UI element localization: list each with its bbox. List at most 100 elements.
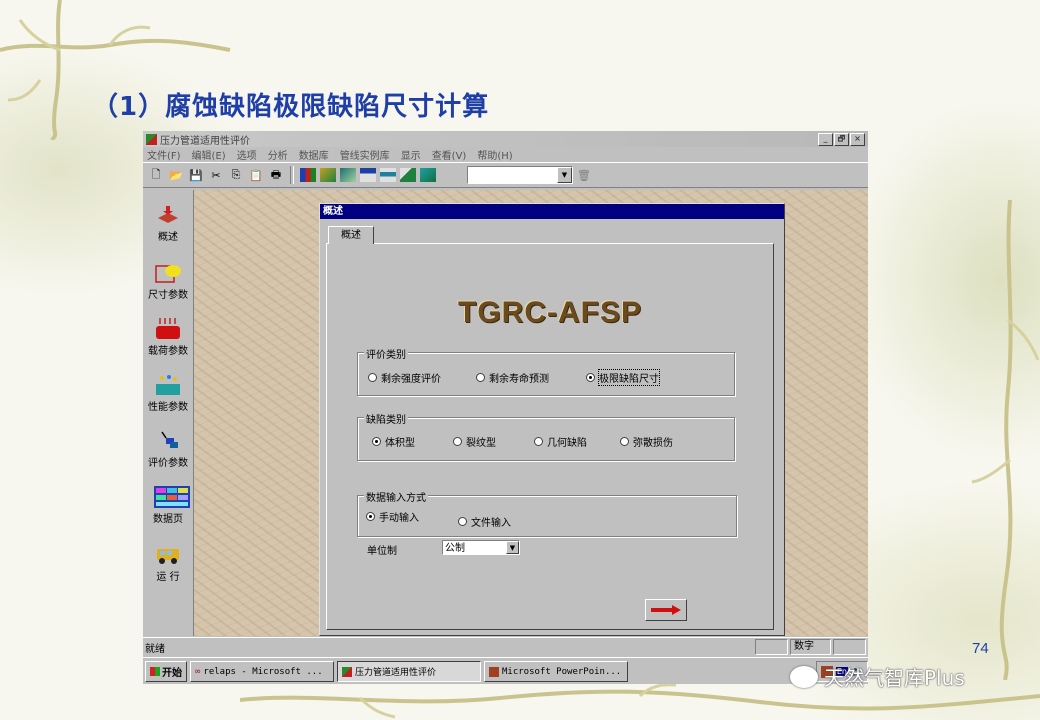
radio-residual-strength[interactable]: 剩余强度评价 [368, 370, 441, 385]
print-icon[interactable]: 🖶 [267, 166, 285, 184]
tab-strip: 概述 [320, 223, 784, 244]
sidebar-item-evaluation[interactable]: 评价参数 [143, 430, 193, 469]
new-file-icon[interactable]: 🗋 [147, 166, 165, 184]
slide-title: （1）腐蚀缺陷极限缺陷尺寸计算 [92, 92, 490, 122]
radio-dot-selected[interactable] [366, 512, 375, 521]
group-legend: 数据输入方式 [364, 489, 428, 504]
task-label: Microsoft PowerPoin... [502, 666, 622, 677]
unit-system-select[interactable]: 公制 ▼ [442, 540, 520, 555]
radio-dot[interactable] [620, 437, 629, 446]
list-icon[interactable] [380, 168, 396, 182]
menu-pipeline-library[interactable]: 管线实例库 [340, 147, 390, 162]
sidebar-item-overview[interactable]: 概述 [143, 204, 193, 243]
radio-dot[interactable] [458, 517, 467, 526]
menu-help[interactable]: 帮助(H) [477, 147, 512, 162]
copy-icon[interactable]: ⎘ [227, 166, 245, 184]
brand-logo: TGRC-AFSP [458, 296, 642, 329]
sidebar-item-data-sheet[interactable]: 数据页 [143, 486, 193, 525]
radio-file-input[interactable]: 文件输入 [458, 514, 511, 529]
status-num-lock: 数字 [790, 639, 831, 655]
radio-dispersed-damage[interactable]: 弥散损伤 [620, 434, 673, 449]
chevron-down-icon[interactable]: ▼ [506, 541, 519, 554]
sidebar-item-label: 概述 [158, 232, 178, 243]
status-text: 就绪 [145, 643, 165, 655]
chevron-down-icon[interactable]: ▼ [557, 167, 572, 183]
menu-edit[interactable]: 编辑(E) [192, 147, 226, 162]
menu-file[interactable]: 文件(F) [147, 147, 181, 162]
toolbar-combo[interactable]: ▼ [467, 166, 573, 184]
radio-dot[interactable] [534, 437, 543, 446]
app-window: 压力管道适用性评价 _ 🗗 × 文件(F) 编辑(E) 选项 分析 数据库 管线… [143, 131, 868, 684]
defect-type-group: 缺陷类别 体积型 裂纹型 几何缺陷 弥散损伤 [357, 411, 735, 461]
sidebar-item-label: 尺寸参数 [148, 290, 188, 301]
overview-dialog: 概述 概述 TGRC-AFSP 评价类别 剩余强度评价 剩余寿命预测 极限缺陷尺… [319, 203, 785, 636]
sidebar-item-label: 数据页 [153, 514, 183, 525]
menu-display[interactable]: 显示 [401, 147, 421, 162]
sidebar: 概述 尺寸参数 载荷参数 性能参数 评价参数 数据页 运 行 [143, 190, 194, 636]
toolbar-separator [290, 166, 294, 184]
menu-options[interactable]: 选项 [237, 147, 257, 162]
dimension-icon [154, 262, 182, 284]
trash-icon[interactable]: 🗑 [575, 166, 593, 184]
next-button[interactable] [645, 599, 687, 621]
chart-icon[interactable] [300, 168, 316, 182]
radio-crack[interactable]: 裂纹型 [453, 434, 496, 449]
status-cell [755, 639, 788, 655]
sidebar-item-load[interactable]: 载荷参数 [143, 318, 193, 357]
map-icon[interactable] [420, 168, 436, 182]
app-icon: ∞ [195, 666, 201, 677]
run-icon [154, 544, 182, 566]
performance-icon [154, 374, 182, 396]
menu-database[interactable]: 数据库 [299, 147, 329, 162]
sidebar-item-run[interactable]: 运 行 [143, 544, 193, 583]
minimize-button[interactable]: _ [818, 132, 833, 146]
table-icon[interactable] [360, 168, 376, 182]
radio-residual-life[interactable]: 剩余寿命预测 [476, 370, 549, 385]
cut-icon[interactable]: ✂ [207, 166, 225, 184]
radio-manual-input[interactable]: 手动输入 [366, 509, 419, 524]
radio-dot[interactable] [453, 437, 462, 446]
load-icon [154, 318, 182, 340]
radio-dot[interactable] [368, 373, 377, 382]
wechat-icon [790, 665, 818, 688]
radio-dot-selected[interactable] [586, 373, 595, 382]
tab-panel: TGRC-AFSP 评价类别 剩余强度评价 剩余寿命预测 极限缺陷尺寸 缺陷类别… [326, 243, 774, 630]
window-title: 压力管道适用性评价 [160, 135, 250, 147]
menu-analysis[interactable]: 分析 [268, 147, 288, 162]
task-relaps[interactable]: ∞ relaps - Microsoft ... [190, 661, 334, 682]
save-icon[interactable]: 💾 [187, 166, 205, 184]
radio-limit-defect-size[interactable]: 极限缺陷尺寸 [586, 369, 660, 386]
tab-overview[interactable]: 概述 [328, 226, 374, 244]
data-sheet-icon [154, 486, 190, 508]
close-button[interactable]: × [850, 132, 865, 146]
paste-icon[interactable]: 📋 [247, 166, 265, 184]
vine-decoration-right [971, 200, 1040, 680]
restore-button[interactable]: 🗗 [834, 132, 849, 146]
window-titlebar[interactable]: 压力管道适用性评价 _ 🗗 × [143, 131, 868, 147]
task-pipeline-evaluation[interactable]: 压力管道适用性评价 [337, 661, 481, 682]
menu-bar: 文件(F) 编辑(E) 选项 分析 数据库 管线实例库 显示 查看(V) 帮助(… [143, 147, 868, 162]
dialog-title[interactable]: 概述 [320, 204, 784, 219]
windows-logo-icon [150, 667, 160, 676]
task-label: relaps - Microsoft ... [203, 666, 323, 677]
sidebar-item-performance[interactable]: 性能参数 [143, 374, 193, 413]
curve-icon[interactable] [400, 168, 416, 182]
menu-view[interactable]: 查看(V) [432, 147, 467, 162]
task-label: 压力管道适用性评价 [355, 668, 437, 678]
app-icon [146, 133, 157, 145]
radio-dot-selected[interactable] [372, 437, 381, 446]
graph-icon[interactable] [340, 168, 356, 182]
task-powerpoint[interactable]: Microsoft PowerPoin... [484, 661, 628, 682]
report-icon[interactable] [320, 168, 336, 182]
app-icon [342, 666, 352, 677]
radio-volumetric[interactable]: 体积型 [372, 434, 415, 449]
radio-geometric-defect[interactable]: 几何缺陷 [534, 434, 587, 449]
status-cell [833, 639, 866, 655]
start-button[interactable]: 开始 [145, 661, 187, 682]
sidebar-item-dimensions[interactable]: 尺寸参数 [143, 262, 193, 301]
radio-dot[interactable] [476, 373, 485, 382]
open-folder-icon[interactable]: 📂 [167, 166, 185, 184]
sidebar-item-label: 性能参数 [148, 402, 188, 413]
overview-icon [154, 204, 182, 226]
input-method-group: 数据输入方式 手动输入 文件输入 [357, 489, 737, 537]
